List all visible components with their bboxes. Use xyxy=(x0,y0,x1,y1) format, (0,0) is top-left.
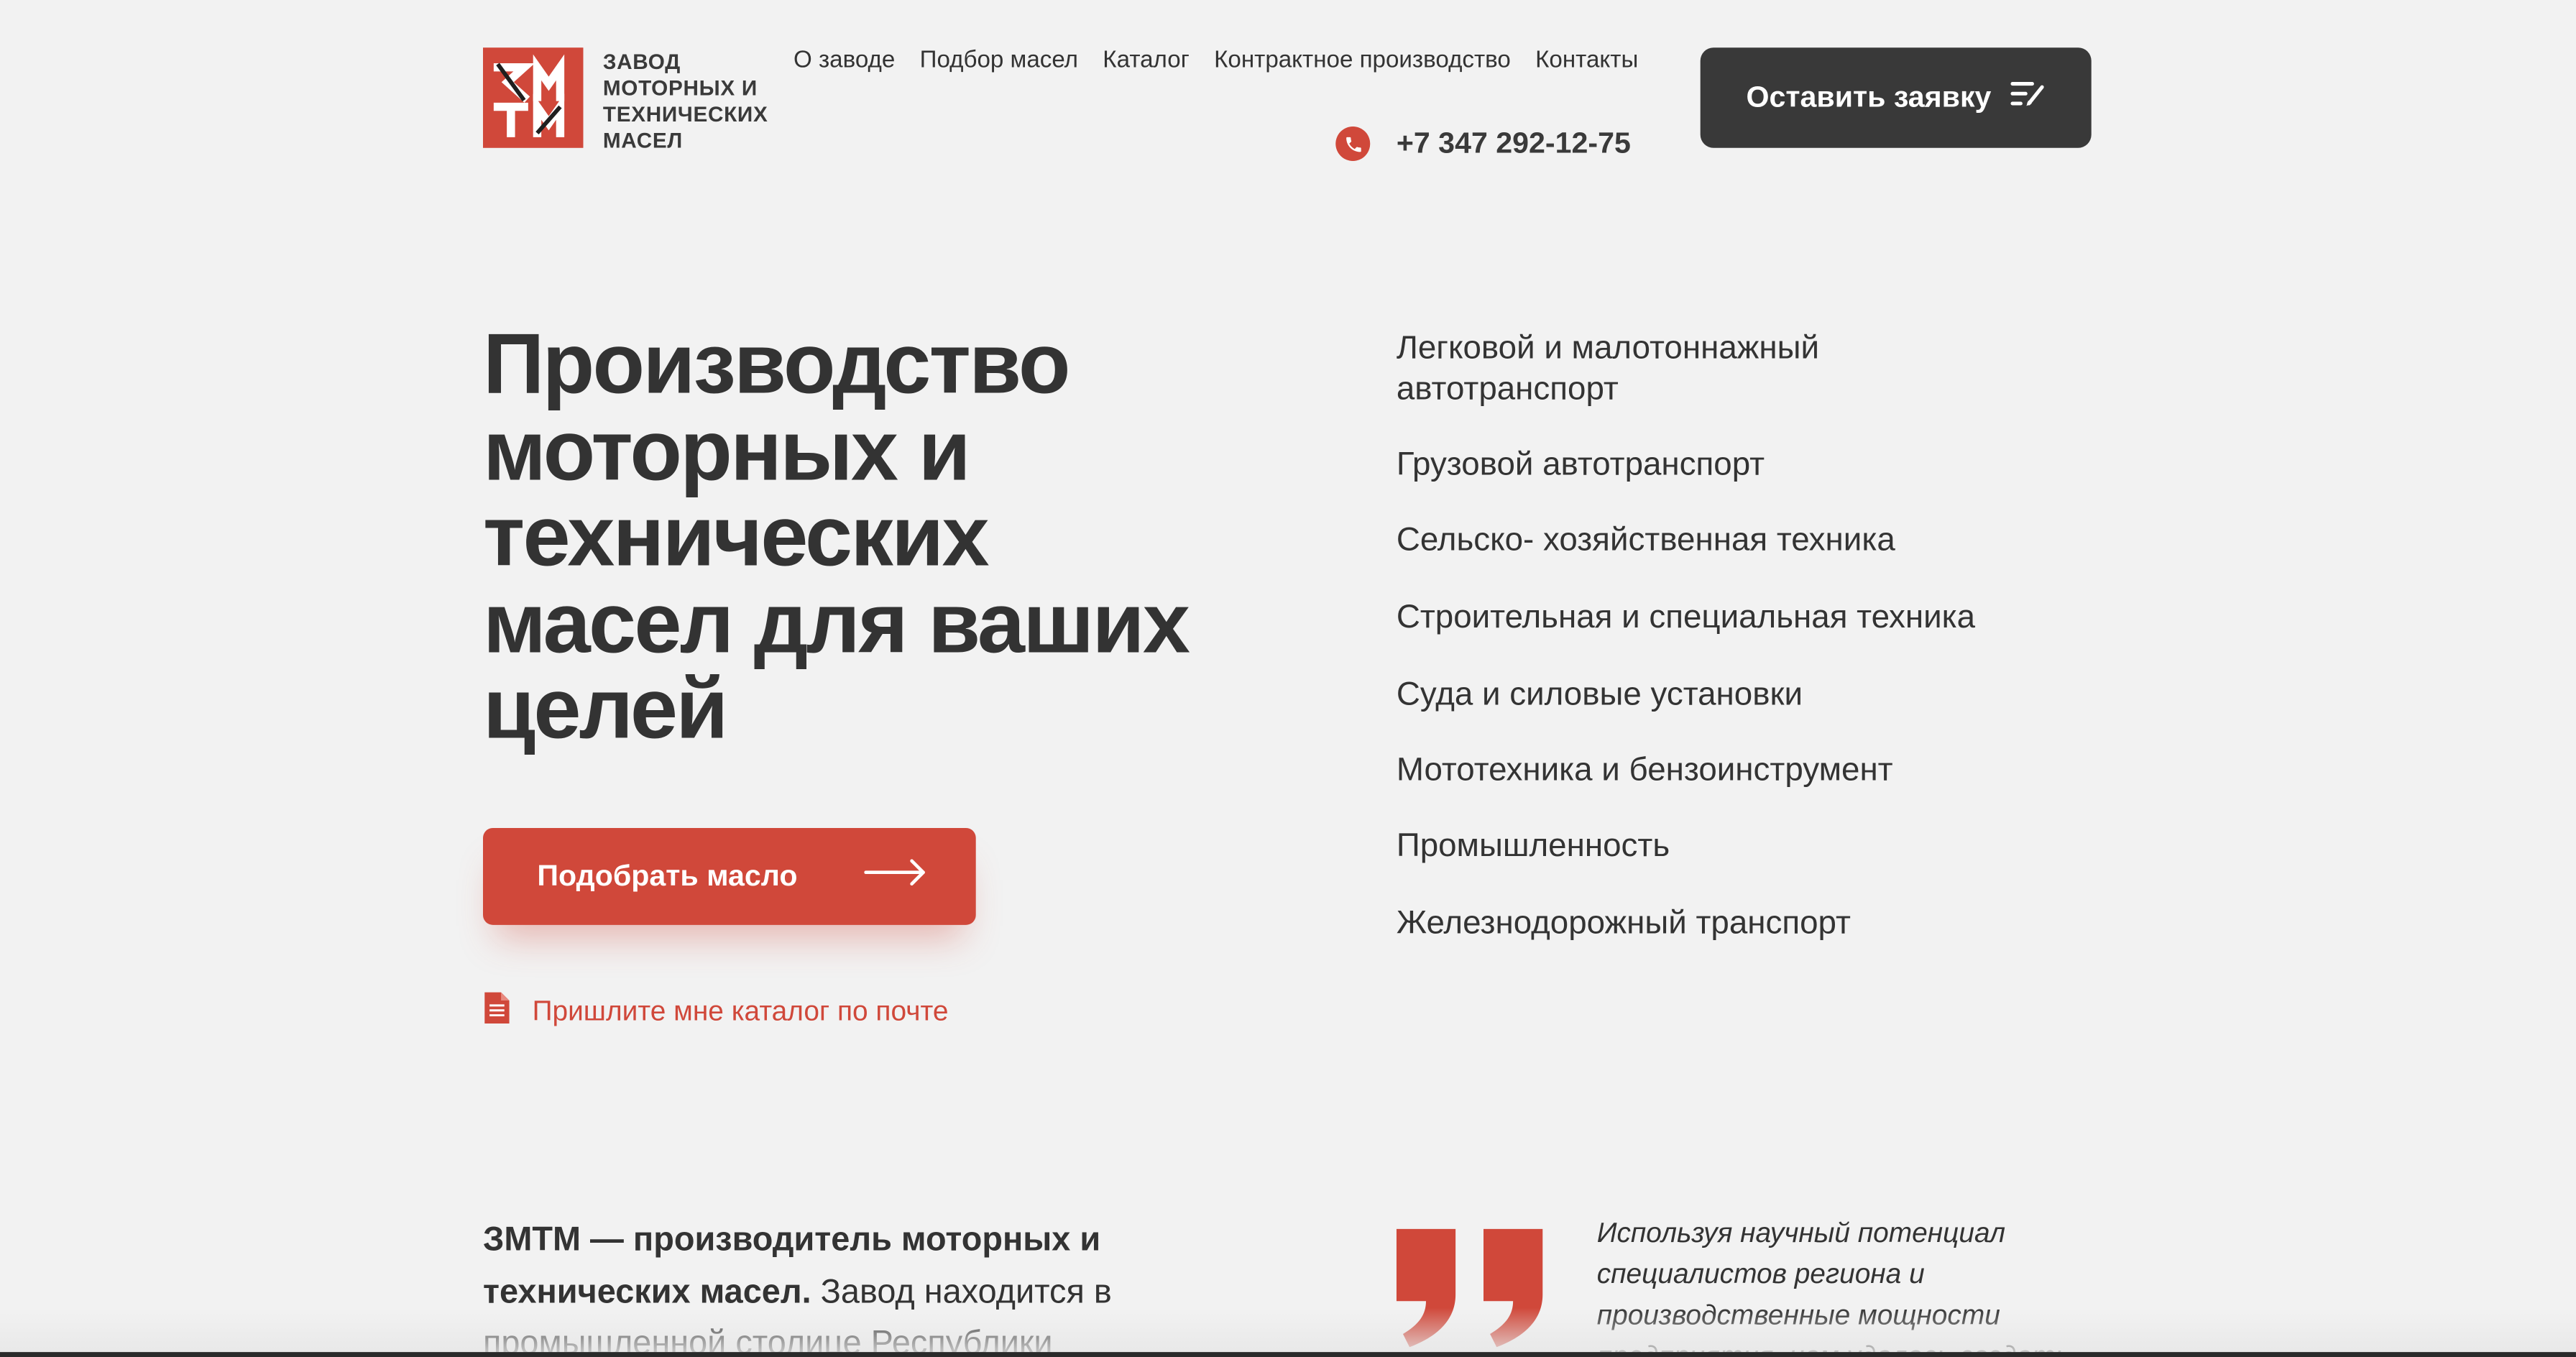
leave-request-label: Оставить заявку xyxy=(1746,80,1992,114)
phone-icon xyxy=(1335,126,1371,161)
category-item-industry[interactable]: Промышленность xyxy=(1397,827,1670,867)
phone-number[interactable]: +7 347 292-12-75 xyxy=(1397,126,1631,161)
pick-oil-button[interactable]: Подобрать масло xyxy=(482,827,976,925)
edit-list-icon xyxy=(2010,79,2046,117)
arrow-right-icon xyxy=(864,859,926,893)
scroll-fade xyxy=(0,1307,2576,1357)
hero-title-line: целей xyxy=(482,662,728,758)
pick-oil-label: Подобрать масло xyxy=(537,859,798,893)
category-item-trucks[interactable]: Грузовой автотранспорт xyxy=(1397,445,1765,485)
nav-item-contacts[interactable]: Контакты xyxy=(1535,47,1638,74)
nav-item-contract-production[interactable]: Контрактное производство xyxy=(1214,47,1511,74)
logo-line: МАСЕЛ xyxy=(602,128,683,153)
category-item-construction[interactable]: Строительная и специальная техника xyxy=(1397,598,1975,638)
send-catalog-label: Пришлите мне каталог по почте xyxy=(532,995,949,1027)
bottom-border xyxy=(0,1352,2576,1357)
logo-line: ТЕХНИЧЕСКИХ xyxy=(602,101,768,126)
category-item-agricultural[interactable]: Сельско- хозяйственная техника xyxy=(1397,521,1895,561)
hero-title-line: моторных и xyxy=(482,403,971,499)
hero-title-line: Производство xyxy=(482,317,1070,413)
logo[interactable]: ЗАВОД МОТОРНЫХ И ТЕХНИЧЕСКИХ МАСЕЛ xyxy=(482,47,768,155)
hero-title: Производство моторных и технических масе… xyxy=(483,322,1255,753)
main-nav: О заводе Подбор масел Каталог Контрактно… xyxy=(794,47,1638,74)
category-item-passenger[interactable]: Легковой и малотоннажный автотранспорт xyxy=(1397,328,1922,409)
phone-contact[interactable]: +7 347 292-12-75 xyxy=(1335,126,1631,161)
category-item-railway[interactable]: Железнодорожный транспорт xyxy=(1397,903,1851,944)
nav-item-catalog[interactable]: Каталог xyxy=(1103,47,1189,74)
page: ЗАВОД МОТОРНЫХ И ТЕХНИЧЕСКИХ МАСЕЛ О зав… xyxy=(0,0,2576,1357)
category-item-moto[interactable]: Мототехника и бензоинструмент xyxy=(1397,751,1893,791)
document-icon xyxy=(483,990,511,1033)
logo-mark-icon xyxy=(482,47,584,148)
leave-request-button[interactable]: Оставить заявку xyxy=(1700,47,2092,148)
logo-line: ЗАВОД xyxy=(602,49,681,74)
nav-item-oil-selection[interactable]: Подбор масел xyxy=(920,47,1078,74)
nav-item-about[interactable]: О заводе xyxy=(794,47,895,74)
hero-title-line: технических xyxy=(482,489,990,585)
logo-line: МОТОРНЫХ И xyxy=(602,75,758,101)
send-catalog-link[interactable]: Пришлите мне каталог по почте xyxy=(483,990,948,1033)
category-item-marine[interactable]: Суда и силовые установки xyxy=(1397,675,1803,715)
logo-text: ЗАВОД МОТОРНЫХ И ТЕХНИЧЕСКИХ МАСЕЛ xyxy=(603,50,768,155)
hero-title-line: масел для ваших xyxy=(482,576,1190,671)
